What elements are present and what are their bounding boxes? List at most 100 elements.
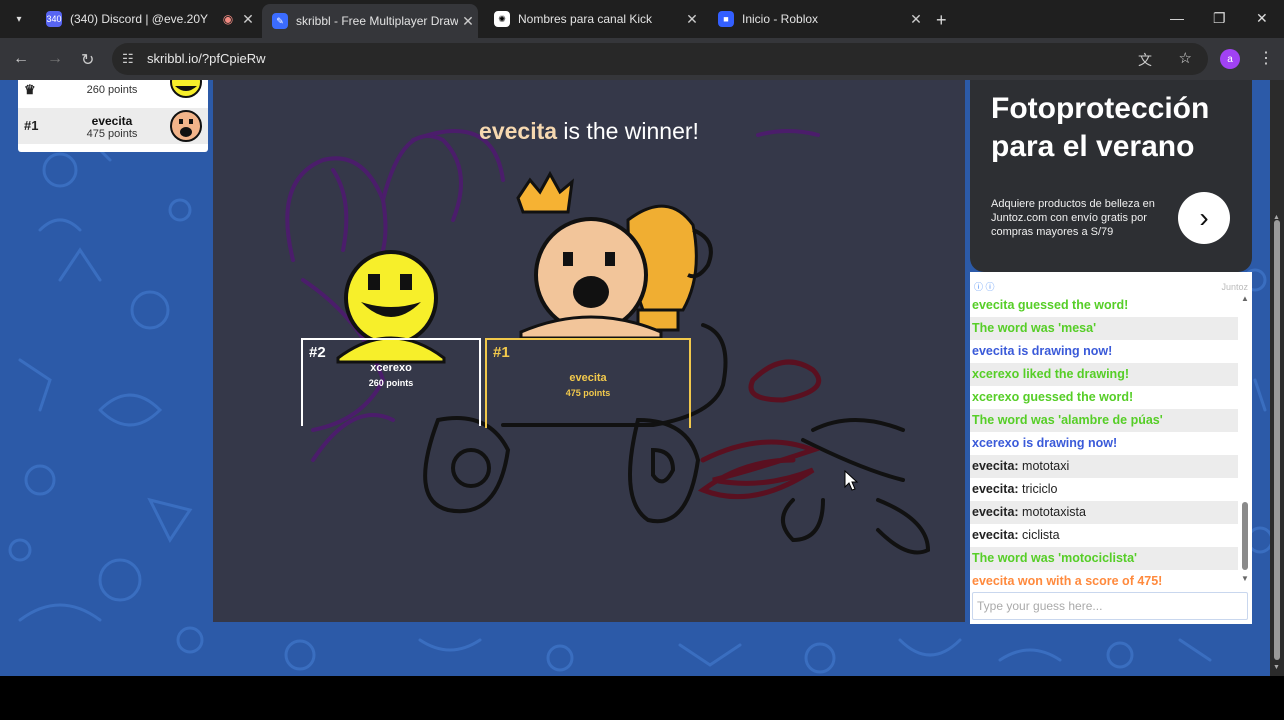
chat-text: xcerexo guessed the word!: [972, 390, 1134, 404]
url-text: skribbl.io/?pfCpieRw: [147, 51, 266, 66]
scroll-down-icon[interactable]: ▼: [1241, 574, 1249, 583]
crown-icon: ♛: [24, 82, 36, 97]
profile-avatar[interactable]: a: [1220, 49, 1240, 69]
chat-messages: evecita guessed the word! The word was 'm…: [970, 294, 1238, 593]
mouse-cursor-icon: [844, 470, 859, 491]
ad-info-icon[interactable]: ⓘ ⓘ: [974, 280, 995, 293]
ad-arrow-button[interactable]: ›: [1178, 192, 1230, 244]
address-bar[interactable]: ☷ skribbl.io/?pfCpieRw 文 ☆: [112, 43, 1208, 75]
guess-input[interactable]: [972, 592, 1248, 620]
chat-panel: ⓘ ⓘ Juntoz evecita guessed the word! The …: [970, 272, 1252, 624]
chat-message: evecita: ciclista: [970, 524, 1238, 547]
chat-text: evecita won with a score of 475!: [972, 574, 1163, 588]
chat-message: The word was 'alambre de púas': [970, 409, 1238, 432]
close-tab-icon[interactable]: ✕: [458, 13, 478, 30]
chat-text: evecita is drawing now!: [972, 344, 1113, 358]
player-points: 475 points: [86, 128, 138, 140]
chat-username: evecita:: [972, 482, 1019, 496]
toolbar: ← → ↻ ☷ skribbl.io/?pfCpieRw 文 ☆ a ⋮: [0, 38, 1284, 80]
peach-avatar-icon: [170, 110, 202, 142]
tab-title: (340) Discord | @eve.20Y: [70, 12, 209, 26]
minimize-button[interactable]: —: [1170, 10, 1184, 26]
players-list: ♛ 260 points #1 evecita 475 points: [18, 80, 208, 152]
chat-text: mototaxista: [1018, 505, 1086, 519]
chat-message: xcerexo guessed the word!: [970, 386, 1238, 409]
chat-message: evecita guessed the word!: [970, 294, 1238, 317]
ad-body: Adquiere productos de belleza en Juntoz.…: [991, 198, 1155, 238]
tab-title: Inicio - Roblox: [742, 12, 819, 26]
yellow-avatar-icon: [170, 80, 202, 98]
tab-roblox[interactable]: ■ Inicio - Roblox ✕: [708, 4, 926, 34]
chat-username: evecita:: [972, 528, 1019, 542]
player-name: evecita: [91, 114, 133, 128]
advertisement[interactable]: Fotoprotección para el verano Adquiere p…: [970, 80, 1252, 272]
recording-icon: ◉: [222, 12, 234, 26]
tab-skribbl[interactable]: ✎ skribbl - Free Multiplayer Drawi ✕: [262, 4, 478, 38]
chat-text: The word was 'alambre de púas': [972, 413, 1163, 427]
chat-text: The word was 'motociclista': [972, 551, 1138, 565]
skribbl-pencil-icon: ✎: [272, 13, 288, 29]
chat-text: ciclista: [1018, 528, 1060, 542]
openai-icon: ✺: [494, 11, 510, 27]
chat-message: xcerexo is drawing now!: [970, 432, 1238, 455]
tab-title: Nombres para canal Kick: [518, 12, 653, 26]
tab-discord[interactable]: 340 (340) Discord | @eve.20Y ◉ ✕: [36, 4, 258, 34]
chat-message: evecita: mototaxi: [970, 455, 1238, 478]
player-points: 260 points: [86, 84, 138, 96]
podium-first: #1 evecita 475 points: [485, 338, 691, 428]
chat-username: evecita:: [972, 459, 1019, 473]
tab-strip: ▾ 340 (340) Discord | @eve.20Y ◉ ✕ ✎ skr…: [0, 0, 1284, 38]
forward-arrow-icon[interactable]: →: [47, 50, 63, 68]
chat-text: The word was 'mesa': [972, 321, 1097, 335]
scroll-thumb[interactable]: [1242, 502, 1248, 570]
drawing-canvas[interactable]: evecita is the winner! #2 xcerexo 260 po…: [213, 80, 965, 622]
maximize-button[interactable]: ❐: [1213, 10, 1226, 27]
ad-headline: Fotoprotección para el verano: [991, 92, 1210, 163]
chat-text: triciclo: [1018, 482, 1058, 496]
chat-text: mototaxi: [1018, 459, 1070, 473]
translate-icon[interactable]: 文: [1138, 50, 1152, 70]
chat-username: evecita:: [972, 505, 1019, 519]
winner-suffix: is the winner!: [557, 118, 699, 144]
discord-icon: 340: [46, 11, 62, 27]
close-tab-icon[interactable]: ✕: [906, 11, 926, 28]
ad-brand: Juntoz: [1221, 282, 1248, 292]
podium-points: 475 points: [565, 388, 611, 398]
skribbl-page: ♛ 260 points #1 evecita 475 points eveci…: [0, 80, 1270, 676]
podium-points: 260 points: [368, 378, 414, 388]
player-rank: #1: [24, 118, 39, 133]
page-scroll-thumb[interactable]: [1274, 220, 1280, 660]
chat-text: evecita guessed the word!: [972, 298, 1129, 312]
tab-title: skribbl - Free Multiplayer Drawi: [296, 14, 458, 28]
reload-icon[interactable]: ↻: [81, 50, 94, 70]
chat-message: xcerexo liked the drawing!: [970, 363, 1238, 386]
chat-message: evecita is drawing now!: [970, 340, 1238, 363]
player-row[interactable]: ♛ 260 points: [18, 80, 208, 108]
chat-message: evecita won with a score of 475!: [970, 570, 1238, 593]
chat-scrollbar[interactable]: ▲ ▼: [1240, 294, 1250, 584]
scroll-up-icon[interactable]: ▲: [1241, 294, 1249, 303]
tab-search-button[interactable]: ▾: [8, 8, 30, 30]
podium-second: #2 xcerexo 260 points: [301, 338, 481, 426]
winner-name: evecita: [479, 118, 558, 144]
chat-message: evecita: mototaxista: [970, 501, 1238, 524]
podium-rank: #2: [309, 344, 326, 361]
close-tab-icon[interactable]: ✕: [682, 11, 702, 28]
back-arrow-icon[interactable]: ←: [13, 50, 29, 68]
chat-message: evecita: triciclo: [970, 478, 1238, 501]
chat-text: xcerexo is drawing now!: [972, 436, 1118, 450]
site-info-icon[interactable]: ☷: [122, 51, 134, 67]
roblox-icon: ■: [718, 11, 734, 27]
bookmark-star-icon[interactable]: ☆: [1179, 49, 1192, 67]
bottom-strip: [0, 676, 1284, 720]
tab-kick-names[interactable]: ✺ Nombres para canal Kick ✕: [484, 4, 702, 34]
page-scrollbar[interactable]: ▲ ▼: [1270, 80, 1284, 676]
chat-message: The word was 'motociclista': [970, 547, 1238, 570]
podium-rank: #1: [493, 344, 510, 361]
browser-menu-icon[interactable]: ⋮: [1258, 48, 1274, 68]
close-tab-icon[interactable]: ✕: [238, 11, 258, 28]
new-tab-button[interactable]: +: [936, 10, 947, 31]
scroll-down-icon[interactable]: ▼: [1273, 664, 1280, 671]
player-row[interactable]: #1 evecita 475 points: [18, 108, 208, 144]
close-window-button[interactable]: ✕: [1256, 10, 1268, 27]
